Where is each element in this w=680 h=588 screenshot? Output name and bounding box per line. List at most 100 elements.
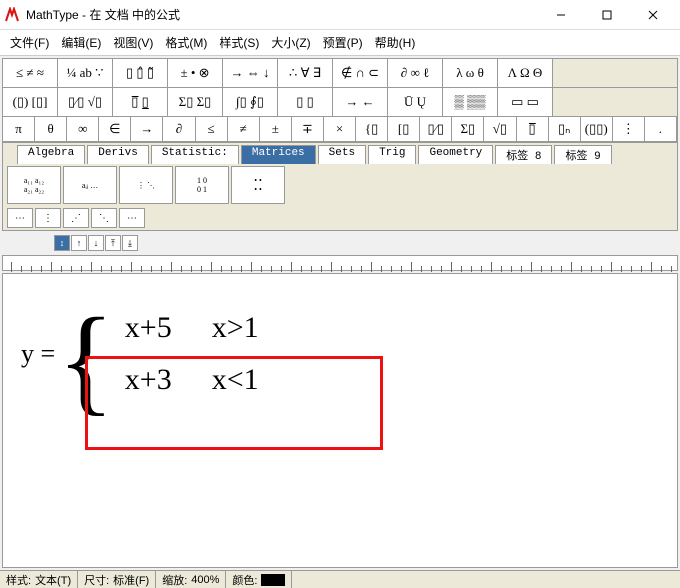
nav-end-button[interactable]: ⤓ [122,235,138,251]
tool-button[interactable]: ∓ [292,117,324,141]
tool-button[interactable]: Ū Ų [388,88,443,116]
tool-button[interactable]: ¼ ab ∵ [58,59,113,87]
ruler [2,255,678,271]
tool-button[interactable]: ▯ ▯̂ ▯̃ [113,59,168,87]
case-expr-0: x+5 [125,302,172,354]
case-cond-0: x>1 [212,302,259,354]
matrix-template-button[interactable]: ⋮ ⋱ [119,166,173,204]
menu-item-6[interactable]: 预置(P) [319,32,367,53]
nav-left-button[interactable]: ↕ [54,235,70,251]
tab-8[interactable]: 标签 8 [495,145,552,164]
title-bar: MathType - 在 文档 中的公式 [0,0,680,30]
tool-button[interactable]: (▯) [▯] [3,88,58,116]
menu-bar: 文件(F)编辑(E)视图(V)格式(M)样式(S)大小(Z)预置(P)帮助(H) [0,30,680,56]
small-template-button[interactable]: ⋰ [63,208,89,228]
nav-up-button[interactable]: ↑ [71,235,87,251]
matrix-template-button[interactable]: a₁₁ a₁₂ a₂₁ a₂₂ [7,166,61,204]
tool-button[interactable]: (▯▯) [581,117,613,141]
tool-button[interactable]: θ [35,117,67,141]
tool-button[interactable]: Σ▯ Σ▯ [168,88,223,116]
menu-item-5[interactable]: 大小(Z) [267,32,314,53]
status-style[interactable]: 样式: 文本(T) [0,571,78,588]
menu-item-7[interactable]: 帮助(H) [371,32,420,53]
small-template-button[interactable]: ⋮ [35,208,61,228]
tool-button[interactable]: ∂ ∞ ℓ [388,59,443,87]
small-panel: ⋯⋮⋰⋱⋯ [3,206,677,230]
tool-button[interactable]: ≤ ≠ ≈ [3,59,58,87]
tool-button[interactable]: ∉ ∩ ⊂ [333,59,388,87]
tab-matrices[interactable]: Matrices [241,145,316,164]
tool-button[interactable]: ≠ [228,117,260,141]
status-bar: 样式: 文本(T) 尺寸: 标准(F) 缩放: 400% 颜色: [0,570,680,588]
tool-button[interactable]: ▯ₙ [549,117,581,141]
matrix-template-button[interactable]: 1 0 0 1 [175,166,229,204]
maximize-button[interactable] [584,0,630,30]
menu-item-4[interactable]: 样式(S) [215,32,263,53]
tool-button[interactable]: ∫▯ ∮▯ [223,88,278,116]
tool-button[interactable]: [▯ [388,117,420,141]
tool-button[interactable]: → ⇔ ↓ [223,59,278,87]
category-tabs: AlgebraDerivsStatistic:MatricesSetsTrigG… [3,142,677,164]
app-logo-icon [4,7,20,23]
tool-button[interactable]: ± [260,117,292,141]
menu-item-1[interactable]: 编辑(E) [57,32,105,53]
tab-geometry[interactable]: Geometry [418,145,493,164]
tool-button[interactable]: ▯̅ [517,117,549,141]
menu-item-0[interactable]: 文件(F) [6,32,53,53]
status-color[interactable]: 颜色: [226,571,292,588]
toolbar-area: ≤ ≠ ≈¼ ab ∵▯ ▯̂ ▯̃± • ⊗→ ⇔ ↓∴ ∀ ∃∉ ∩ ⊂∂ … [2,58,678,231]
small-template-button[interactable]: ⋯ [7,208,33,228]
tab-sets[interactable]: Sets [318,145,366,164]
tab-9[interactable]: 标签 9 [554,145,611,164]
tab-trig[interactable]: Trig [368,145,416,164]
matrix-panel: a₁₁ a₁₂ a₂₁ a₂₂aᵢⱼ …⋮ ⋱1 0 0 1• • • • [3,164,677,206]
tool-button[interactable]: {▯ [356,117,388,141]
tool-button[interactable]: ▯ ▯ [278,88,333,116]
tool-button[interactable]: → ← [333,88,388,116]
close-button[interactable] [630,0,676,30]
tool-button[interactable]: ▯̅ ▯̲ [113,88,168,116]
tool-button[interactable]: ∞ [67,117,99,141]
symbol-row-2: (▯) [▯]▯⁄▯ √▯▯̅ ▯̲Σ▯ Σ▯∫▯ ∮▯▯ ▯→ ←Ū Ų▒ ▒… [3,88,677,117]
tool-button[interactable]: . [645,117,677,141]
small-template-button[interactable]: ⋯ [119,208,145,228]
menu-item-2[interactable]: 视图(V) [109,32,157,53]
status-zoom[interactable]: 缩放: 400% [156,571,226,588]
small-template-button[interactable]: ⋱ [91,208,117,228]
tool-button[interactable]: ∈ [99,117,131,141]
tool-button[interactable]: ∂ [163,117,195,141]
tab-algebra[interactable]: Algebra [17,145,85,164]
nav-row: ↕ ↑ ↓ ⤒ ⤓ [0,233,680,253]
tool-button[interactable]: ▭ ▭ [498,88,553,116]
equation-canvas[interactable]: y = { x+5 x>1 x+3 x<1 [2,273,678,568]
tool-button[interactable]: × [324,117,356,141]
status-size[interactable]: 尺寸: 标准(F) [78,571,156,588]
tool-button[interactable]: ± • ⊗ [168,59,223,87]
tool-button[interactable]: ▯⁄▯ √▯ [58,88,113,116]
menu-item-3[interactable]: 格式(M) [161,32,211,53]
tool-button[interactable]: ▯⁄▯ [420,117,452,141]
tab-derivs[interactable]: Derivs [87,145,149,164]
matrix-template-button[interactable]: aᵢⱼ … [63,166,117,204]
color-swatch [261,574,285,586]
tool-button[interactable]: λ ω θ [443,59,498,87]
nav-home-button[interactable]: ⤒ [105,235,121,251]
tool-button[interactable]: ⋮ [613,117,645,141]
formula-lhs: y = [21,339,55,369]
selection-box [85,356,383,450]
window-title: MathType - 在 文档 中的公式 [26,6,538,23]
tool-button[interactable]: Λ Ω Θ [498,59,553,87]
matrix-template-button[interactable]: • • • • [231,166,285,204]
tool-button[interactable]: ≤ [196,117,228,141]
tab-statistic[interactable]: Statistic: [151,145,239,164]
minimize-button[interactable] [538,0,584,30]
nav-down-button[interactable]: ↓ [88,235,104,251]
tool-button[interactable]: Σ▯ [452,117,484,141]
tool-button[interactable]: ▒ ▒▒ [443,88,498,116]
tool-button[interactable]: ∴ ∀ ∃ [278,59,333,87]
symbol-row-3: πθ∞∈→∂≤≠±∓×{▯[▯▯⁄▯Σ▯√▯▯̅▯ₙ(▯▯)⋮. [3,117,677,142]
tool-button[interactable]: → [131,117,163,141]
symbol-row-1: ≤ ≠ ≈¼ ab ∵▯ ▯̂ ▯̃± • ⊗→ ⇔ ↓∴ ∀ ∃∉ ∩ ⊂∂ … [3,59,677,88]
tool-button[interactable]: π [3,117,35,141]
tool-button[interactable]: √▯ [484,117,516,141]
